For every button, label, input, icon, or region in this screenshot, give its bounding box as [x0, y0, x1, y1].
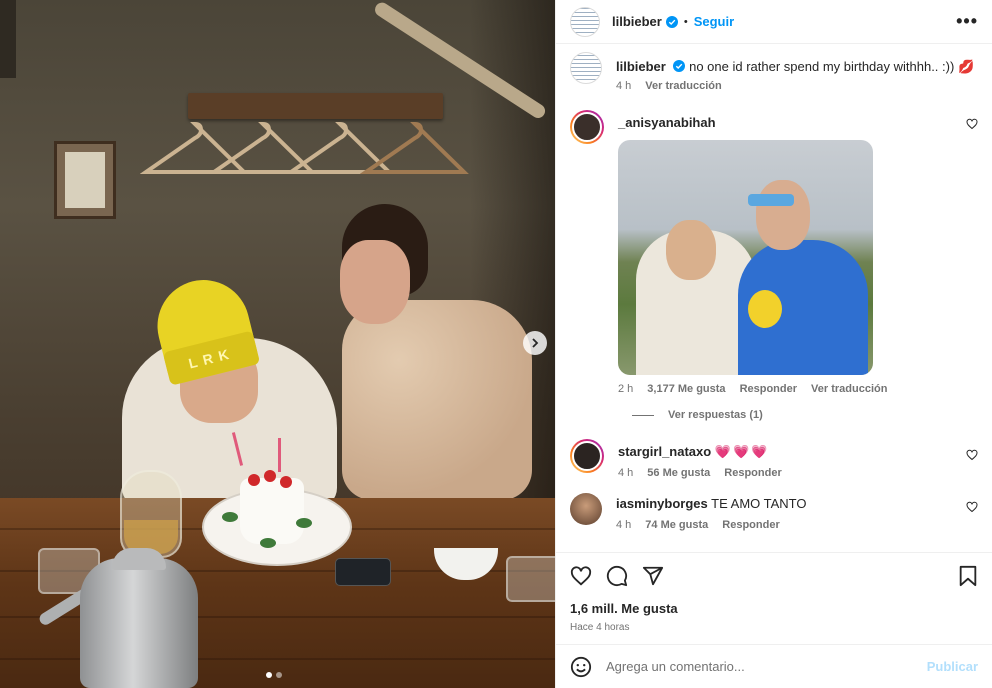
post-photo: LRK	[0, 0, 555, 688]
comment-text: 💗💗💗	[714, 444, 770, 459]
comment-likes[interactable]: 74 Me gusta	[645, 519, 708, 531]
view-replies-button[interactable]: Ver respuestas (1)	[632, 409, 978, 421]
commenter-username[interactable]: _anisyanabihah	[618, 115, 716, 130]
see-translation-button[interactable]: Ver traducción	[645, 80, 721, 92]
reply-button[interactable]: Responder	[722, 519, 779, 531]
carousel-dots	[266, 672, 282, 678]
kettle-lid	[112, 548, 166, 570]
commenter-avatar[interactable]	[570, 439, 604, 473]
post-actions: 1,6 mill. Me gusta Hace 4 horas	[556, 552, 992, 644]
add-comment-bar: Agrega un comentario... Publicar	[556, 644, 992, 688]
wall-picture	[54, 141, 116, 219]
phone-on-table	[335, 558, 391, 586]
author-username[interactable]: lilbieber	[612, 14, 662, 29]
birthday-cake	[222, 432, 312, 548]
comment-input[interactable]: Agrega un comentario...	[606, 659, 913, 674]
wine-glass	[120, 470, 182, 558]
comment-photo[interactable]	[618, 140, 873, 375]
comment-row: stargirl_nataxo 💗💗💗 4 h 56 Me gusta Resp…	[570, 439, 978, 479]
carousel-dot	[276, 672, 282, 678]
bookmark-icon[interactable]	[958, 565, 978, 587]
commenter-avatar[interactable]	[570, 110, 604, 144]
carousel-dot	[266, 672, 272, 678]
comment-time[interactable]: 4 h	[618, 467, 633, 479]
heart-icon[interactable]	[966, 118, 978, 130]
verified-icon	[665, 15, 678, 28]
commenter-avatar[interactable]	[570, 493, 602, 525]
share-icon[interactable]	[642, 565, 664, 587]
doorframe	[0, 0, 16, 78]
publish-button[interactable]: Publicar	[927, 659, 978, 674]
reply-button[interactable]: Responder	[740, 383, 797, 395]
woman-figure	[342, 300, 532, 500]
caption-text: no one id rather spend my birthday withh…	[689, 59, 955, 74]
hanger	[359, 120, 470, 182]
likes-count[interactable]: 1,6 mill. Me gusta	[570, 601, 978, 616]
comments-list: lilbieber no one id rather spend my birt…	[556, 44, 992, 552]
kiss-emoji: 💋	[957, 59, 975, 74]
silver-kettle	[80, 558, 198, 688]
comment-row: _anisyanabihah 2 h 3,177 Me gusta Respon…	[570, 110, 978, 395]
comment-time[interactable]: 4 h	[616, 519, 631, 531]
water-glass	[506, 556, 555, 602]
see-translation-button[interactable]: Ver traducción	[811, 383, 887, 395]
separator-dot: •	[683, 15, 688, 28]
chevron-right-icon	[532, 338, 539, 348]
post-time[interactable]: Hace 4 horas	[570, 622, 978, 633]
more-icon[interactable]: •••	[956, 11, 978, 32]
post-header: lilbieber • Seguir •••	[556, 0, 992, 44]
heart-icon[interactable]	[570, 565, 592, 587]
woman-face	[340, 240, 410, 324]
heart-icon[interactable]	[966, 449, 978, 461]
comment-row: iasminyborges TE AMO TANTO 4 h 74 Me gus…	[570, 493, 978, 531]
hanger-rail	[188, 93, 443, 119]
next-photo-button[interactable]	[523, 331, 547, 355]
commenter-username[interactable]: stargirl_nataxo	[618, 444, 711, 459]
replies-line	[632, 414, 654, 416]
comment-likes[interactable]: 3,177 Me gusta	[647, 383, 725, 395]
caption-time[interactable]: 4 h	[616, 80, 631, 92]
emoji-icon[interactable]	[570, 656, 592, 678]
caption-row: lilbieber no one id rather spend my birt…	[570, 52, 978, 92]
reply-button[interactable]: Responder	[724, 467, 781, 479]
author-avatar[interactable]	[570, 6, 600, 37]
comment-likes[interactable]: 56 Me gusta	[647, 467, 710, 479]
heart-icon[interactable]	[966, 501, 978, 513]
caption-username[interactable]: lilbieber	[616, 59, 666, 74]
view-replies-label: Ver respuestas (1)	[668, 409, 763, 421]
comment-text: TE AMO TANTO	[711, 496, 807, 511]
instagram-post-modal: LRK lilbieber • Seguir ••• lilbieber no …	[0, 0, 992, 688]
comment-icon[interactable]	[606, 565, 628, 587]
post-details-panel: lilbieber • Seguir ••• lilbieber no one	[555, 0, 992, 688]
caption-avatar[interactable]	[570, 52, 602, 84]
verified-icon	[673, 60, 686, 72]
comment-time[interactable]: 2 h	[618, 383, 633, 395]
commenter-username[interactable]: iasminyborges	[616, 496, 708, 511]
follow-button[interactable]: Seguir	[694, 14, 734, 29]
